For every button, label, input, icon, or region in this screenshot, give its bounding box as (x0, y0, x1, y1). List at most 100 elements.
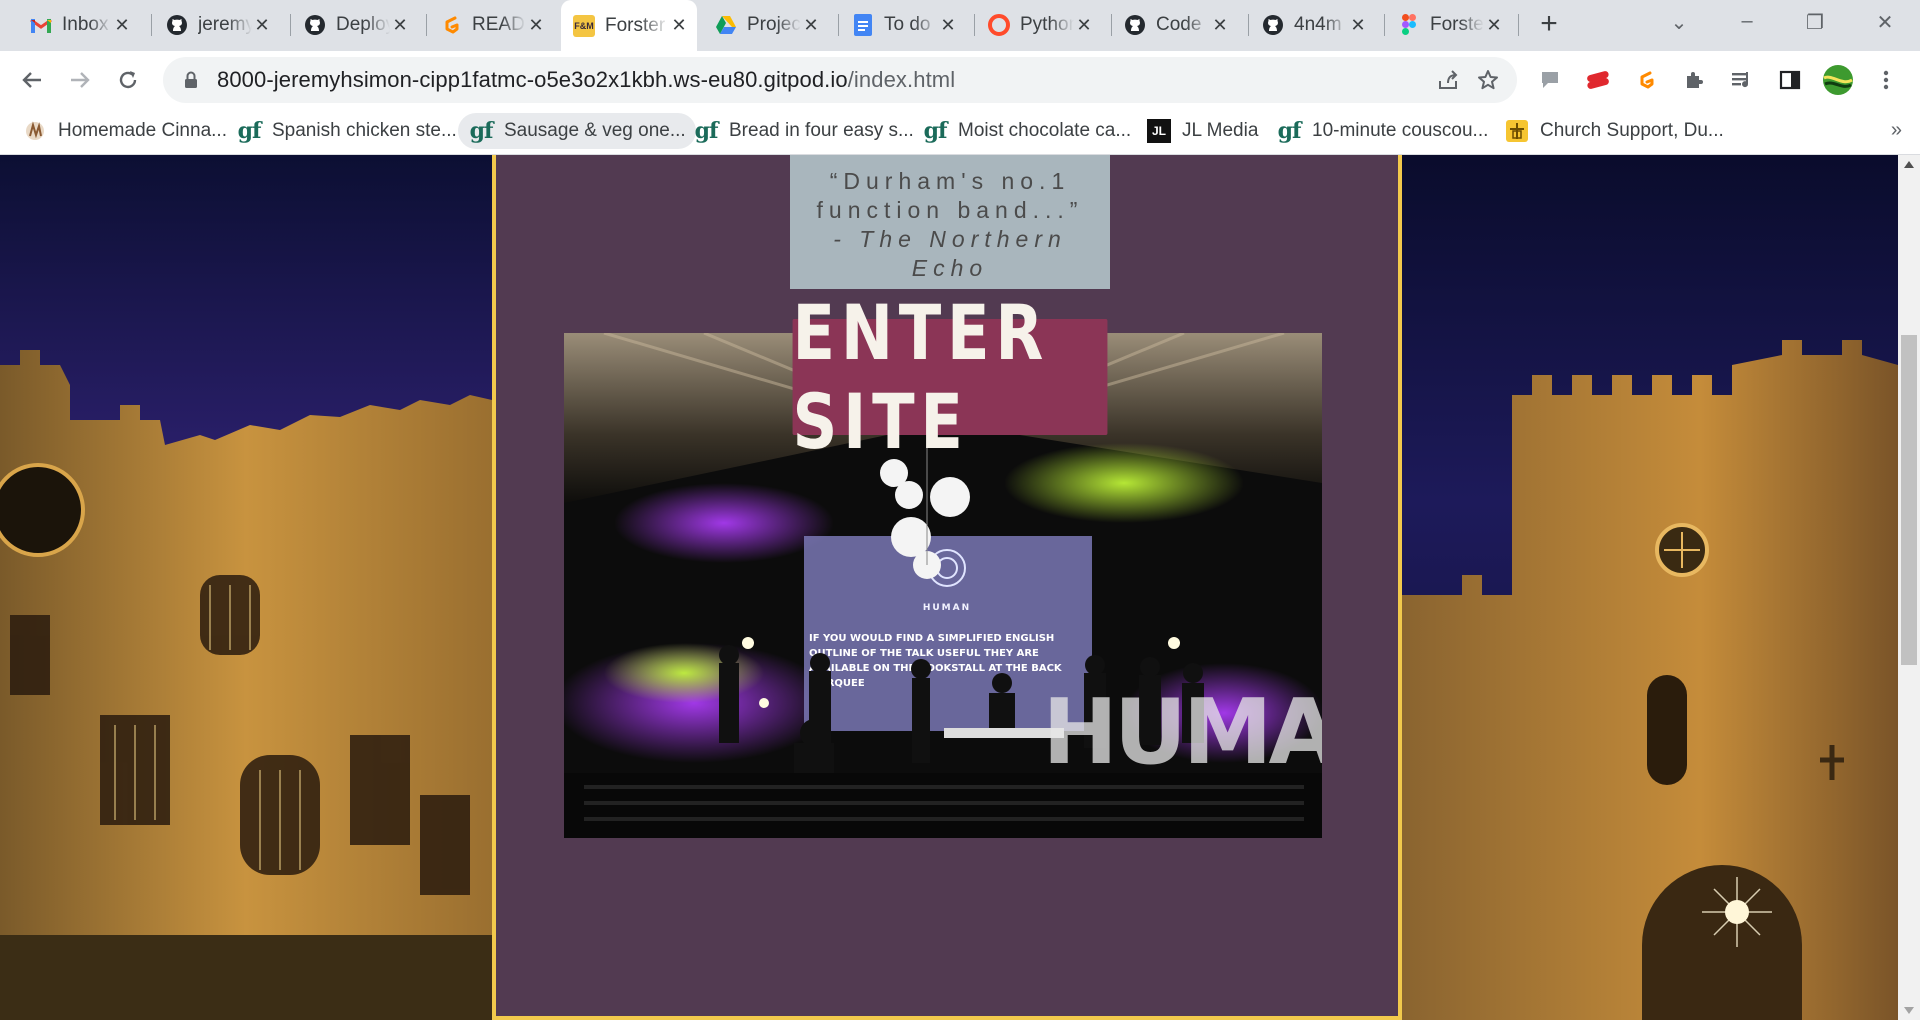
tab-code[interactable]: Code ✕ (1112, 9, 1238, 41)
restore-icon[interactable]: ❐ (1800, 10, 1830, 35)
close-tab-icon[interactable]: ✕ (1484, 15, 1504, 36)
bookmark-item[interactable]: gf 10-minute couscou... (1266, 113, 1498, 149)
scroll-up-arrow-icon[interactable] (1904, 161, 1914, 168)
url-text[interactable]: 8000-jeremyhsimon-cipp1fatmc-o5e3o2x1kbh… (217, 67, 955, 93)
github-icon (166, 14, 188, 36)
profile-avatar[interactable] (1822, 64, 1854, 96)
tab-title: Inbox (62, 14, 109, 35)
bookmark-label: Spanish chicken ste... (272, 120, 457, 141)
enter-site-button[interactable]: ENTER SITE (792, 288, 1108, 466)
quote-source: - The Northern Echo (833, 226, 1067, 281)
page-scrollbar[interactable] (1898, 155, 1920, 1020)
close-tab-icon[interactable]: ✕ (1348, 15, 1368, 36)
tab-todo[interactable]: To do ✕ (840, 9, 966, 41)
lock-icon[interactable] (181, 70, 201, 90)
url-host: 8000-jeremyhsimon-cipp1fatmc-o5e3o2x1kbh… (217, 67, 848, 92)
close-tab-icon[interactable]: ✕ (390, 15, 410, 36)
reload-icon[interactable] (112, 64, 144, 96)
tab-4n4m[interactable]: 4n4m ✕ (1250, 9, 1376, 41)
tab-inbox[interactable]: Inbox ✕ (18, 9, 140, 41)
tab-python[interactable]: Python ✕ (976, 9, 1102, 41)
drive-icon (715, 14, 737, 36)
press-quote: “Durham's no.1 function band...” - The N… (790, 155, 1110, 289)
close-tab-icon[interactable]: ✕ (938, 15, 958, 36)
tab-title: Code (1156, 14, 1202, 35)
tab-readme[interactable]: README ✕ (428, 9, 554, 41)
back-icon[interactable] (16, 64, 48, 96)
close-tab-icon[interactable]: ✕ (252, 15, 272, 36)
tab-github-1[interactable]: jeremyhsimon ✕ (154, 9, 280, 41)
minimize-icon[interactable]: – (1732, 10, 1762, 33)
scroll-down-arrow-icon[interactable] (1904, 1007, 1914, 1014)
fm-icon: F&M (573, 14, 595, 37)
gf-icon: gf (469, 118, 494, 144)
bookmark-item[interactable]: JL JL Media (1136, 113, 1268, 149)
github-icon (1124, 14, 1146, 36)
fm-logo-text: F&M (573, 14, 595, 37)
quote-text: “Durham's no.1 function band...” (816, 168, 1084, 223)
screen-brand: HUMAN (923, 603, 971, 613)
gitpod-icon (440, 14, 462, 36)
tab-github-deploy[interactable]: Deploy ✕ (292, 9, 418, 41)
tab-project[interactable]: Project ✕ (703, 9, 829, 41)
center-panel: “Durham's no.1 function band...” - The N… (492, 155, 1402, 1020)
bookmark-item[interactable]: gf Spanish chicken ste... (226, 113, 467, 149)
tab-title: Forster (1430, 14, 1484, 35)
close-tab-icon[interactable]: ✕ (526, 15, 546, 36)
scroll-thumb[interactable] (1901, 335, 1917, 665)
close-tab-icon[interactable]: ✕ (1210, 15, 1230, 36)
more-bookmarks-icon[interactable]: » (1891, 119, 1902, 142)
gf-icon: gf (694, 118, 719, 144)
tab-search-icon[interactable]: ⌄ (1664, 10, 1694, 35)
gf-icon: gf (923, 118, 948, 144)
menu-kebab-icon[interactable] (1870, 64, 1902, 96)
tab-strip: Inbox ✕ jeremyhsimon ✕ Deploy ✕ README ✕… (0, 0, 1920, 51)
bookmark-label: Sausage & veg one... (504, 120, 686, 141)
tab-title: jeremyhsimon (198, 14, 252, 35)
extensions-puzzle-icon[interactable] (1678, 64, 1710, 96)
gf-icon: gf (237, 118, 262, 144)
tab-title: Forster (605, 14, 666, 36)
church-icon (1504, 118, 1530, 144)
jl-icon: JL (1146, 118, 1172, 144)
cinnamon-icon (22, 118, 48, 144)
close-tab-icon[interactable]: ✕ (801, 15, 821, 36)
github-icon (304, 14, 326, 36)
bookmark-label: JL Media (1182, 120, 1259, 141)
tab-title: To do (884, 14, 931, 35)
browser-toolbar: 8000-jeremyhsimon-cipp1fatmc-o5e3o2x1kbh… (0, 51, 1920, 109)
gmail-icon (30, 14, 52, 36)
bookmark-item[interactable]: gf Moist chocolate ca... (912, 113, 1141, 149)
bookmark-item[interactable]: Homemade Cinna... (12, 113, 237, 149)
extension-grey-icon[interactable] (1534, 64, 1566, 96)
tab-title: README (472, 14, 526, 35)
bookmark-label: 10-minute couscou... (1312, 120, 1489, 141)
bookmark-label: Moist chocolate ca... (958, 120, 1132, 141)
bookmark-item[interactable]: gf Bread in four easy s... (683, 113, 924, 149)
bookmark-star-icon[interactable] (1473, 65, 1503, 95)
new-tab-button[interactable]: + (1534, 9, 1564, 40)
jl-icon-text: JL (1147, 119, 1171, 143)
extension-red-icon[interactable] (1582, 64, 1614, 96)
tab-forster-figma[interactable]: Forster ✕ (1386, 9, 1512, 41)
github-icon (1262, 14, 1284, 36)
share-icon[interactable] (1433, 65, 1463, 95)
tab-title: Deploy (336, 14, 390, 35)
gitpod-extension-icon[interactable] (1630, 64, 1662, 96)
bookmark-item[interactable]: Church Support, Du... (1494, 113, 1734, 149)
tab-title: Python (1020, 14, 1074, 35)
tab-forster-active[interactable]: F&M Forster ✕ (561, 0, 697, 51)
url-path: /index.html (847, 67, 956, 92)
tab-title: 4n4m (1294, 14, 1342, 35)
forward-icon[interactable] (64, 64, 96, 96)
close-tab-icon[interactable]: ✕ (1074, 15, 1094, 36)
opera-icon (988, 14, 1010, 36)
close-tab-icon[interactable]: ✕ (669, 15, 689, 36)
bookmarks-bar: Homemade Cinna... gf Spanish chicken ste… (0, 109, 1920, 155)
close-window-icon[interactable]: ✕ (1870, 10, 1900, 35)
media-control-icon[interactable] (1726, 64, 1758, 96)
bookmark-item[interactable]: gf Sausage & veg one... (458, 113, 696, 149)
side-panel-icon[interactable] (1774, 64, 1806, 96)
close-tab-icon[interactable]: ✕ (112, 15, 132, 36)
address-bar[interactable]: 8000-jeremyhsimon-cipp1fatmc-o5e3o2x1kbh… (163, 57, 1517, 103)
